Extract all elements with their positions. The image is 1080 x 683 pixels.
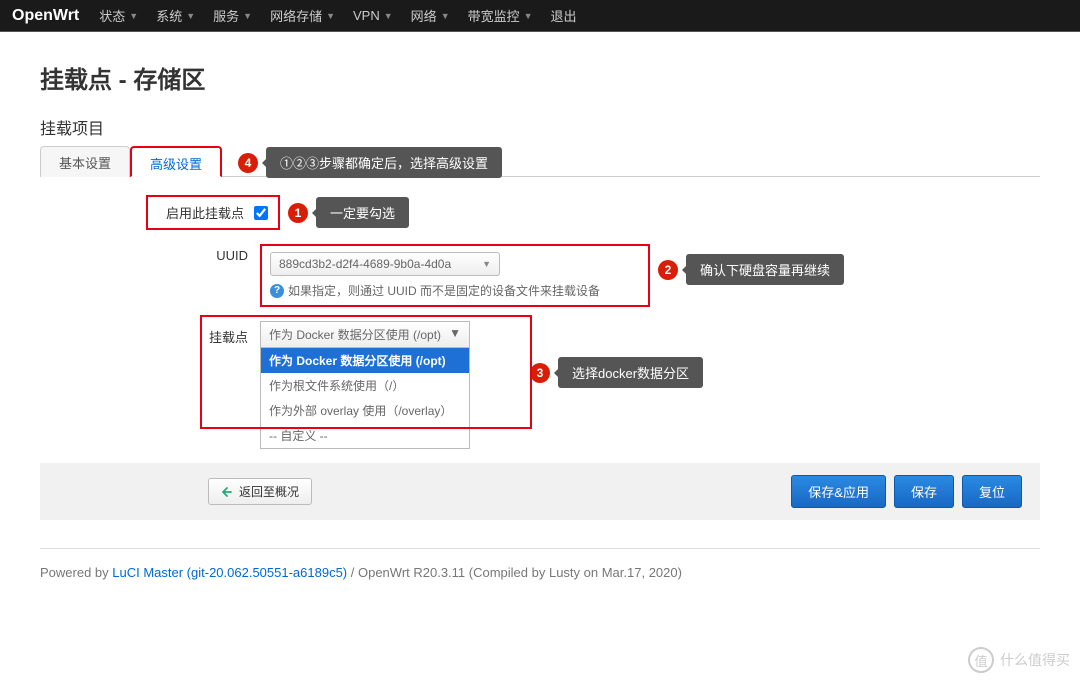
save-apply-button[interactable]: 保存&应用 — [791, 475, 886, 508]
tab-basic[interactable]: 基本设置 — [40, 146, 130, 177]
brand-logo[interactable]: OpenWrt — [12, 7, 79, 25]
annotation-step2: 确认下硬盘容量再继续 — [686, 254, 844, 285]
annotation-step4: ①②③步骤都确定后，选择高级设置 — [266, 147, 502, 178]
uuid-hint: ? 如果指定，则通过 UUID 而不是固定的设备文件来挂载设备 — [270, 282, 640, 299]
nav-nas[interactable]: 网络存储▼ — [270, 6, 335, 25]
back-button[interactable]: 返回至概况 — [208, 478, 312, 505]
annotation-badge-1: 1 — [288, 203, 308, 223]
footer: Powered by LuCI Master (git-20.062.50551… — [40, 548, 1040, 580]
nav-logout[interactable]: 退出 — [551, 6, 577, 25]
annotation-step1: 一定要勾选 — [316, 197, 409, 228]
nav-bandwidth[interactable]: 带宽监控▼ — [468, 6, 533, 25]
annotation-badge-3: 3 — [530, 363, 550, 383]
back-arrow-icon — [221, 486, 233, 498]
nav-status[interactable]: 状态▼ — [99, 6, 138, 25]
mount-option-root[interactable]: 作为根文件系统使用（/） — [261, 373, 469, 398]
nav-system[interactable]: 系统▼ — [156, 6, 195, 25]
mount-select-open[interactable]: 作为 Docker 数据分区使用 (/opt)▼ 作为 Docker 数据分区使… — [260, 321, 470, 449]
tab-bar: 基本设置 高级设置 — [40, 145, 1040, 177]
mount-option-custom[interactable]: -- 自定义 -- — [261, 423, 469, 448]
enable-checkbox[interactable] — [254, 206, 268, 220]
watermark: 值 什么值得买 — [968, 647, 1070, 673]
annotation-badge-4: 4 — [238, 153, 258, 173]
watermark-icon: 值 — [968, 647, 994, 673]
enable-label: 启用此挂载点 — [158, 203, 254, 222]
nav-vpn[interactable]: VPN▼ — [353, 8, 393, 23]
uuid-label: UUID — [40, 244, 260, 263]
annotation-step3: 选择docker数据分区 — [558, 357, 703, 388]
mount-label: 挂载点 — [40, 321, 260, 346]
mount-option-docker[interactable]: 作为 Docker 数据分区使用 (/opt) — [261, 348, 469, 373]
save-button[interactable]: 保存 — [894, 475, 954, 508]
section-legend: 挂载项目 — [40, 115, 1040, 139]
reset-button[interactable]: 复位 — [962, 475, 1022, 508]
mount-option-overlay[interactable]: 作为外部 overlay 使用（/overlay） — [261, 398, 469, 423]
nav-services[interactable]: 服务▼ — [213, 6, 252, 25]
info-icon: ? — [270, 284, 284, 298]
page-title: 挂载点 - 存储区 — [40, 60, 1040, 95]
annotation-badge-2: 2 — [658, 260, 678, 280]
footer-luci-link[interactable]: LuCI Master (git-20.062.50551-a6189c5) — [112, 565, 347, 580]
tab-advanced[interactable]: 高级设置 — [130, 146, 222, 177]
nav-network[interactable]: 网络▼ — [411, 6, 450, 25]
action-bar: 返回至概况 保存&应用 保存 复位 — [40, 463, 1040, 520]
top-navbar: OpenWrt 状态▼ 系统▼ 服务▼ 网络存储▼ VPN▼ 网络▼ 带宽监控▼… — [0, 0, 1080, 32]
uuid-select[interactable]: 889cd3b2-d2f4-4689-9b0a-4d0a▼ — [270, 252, 500, 276]
